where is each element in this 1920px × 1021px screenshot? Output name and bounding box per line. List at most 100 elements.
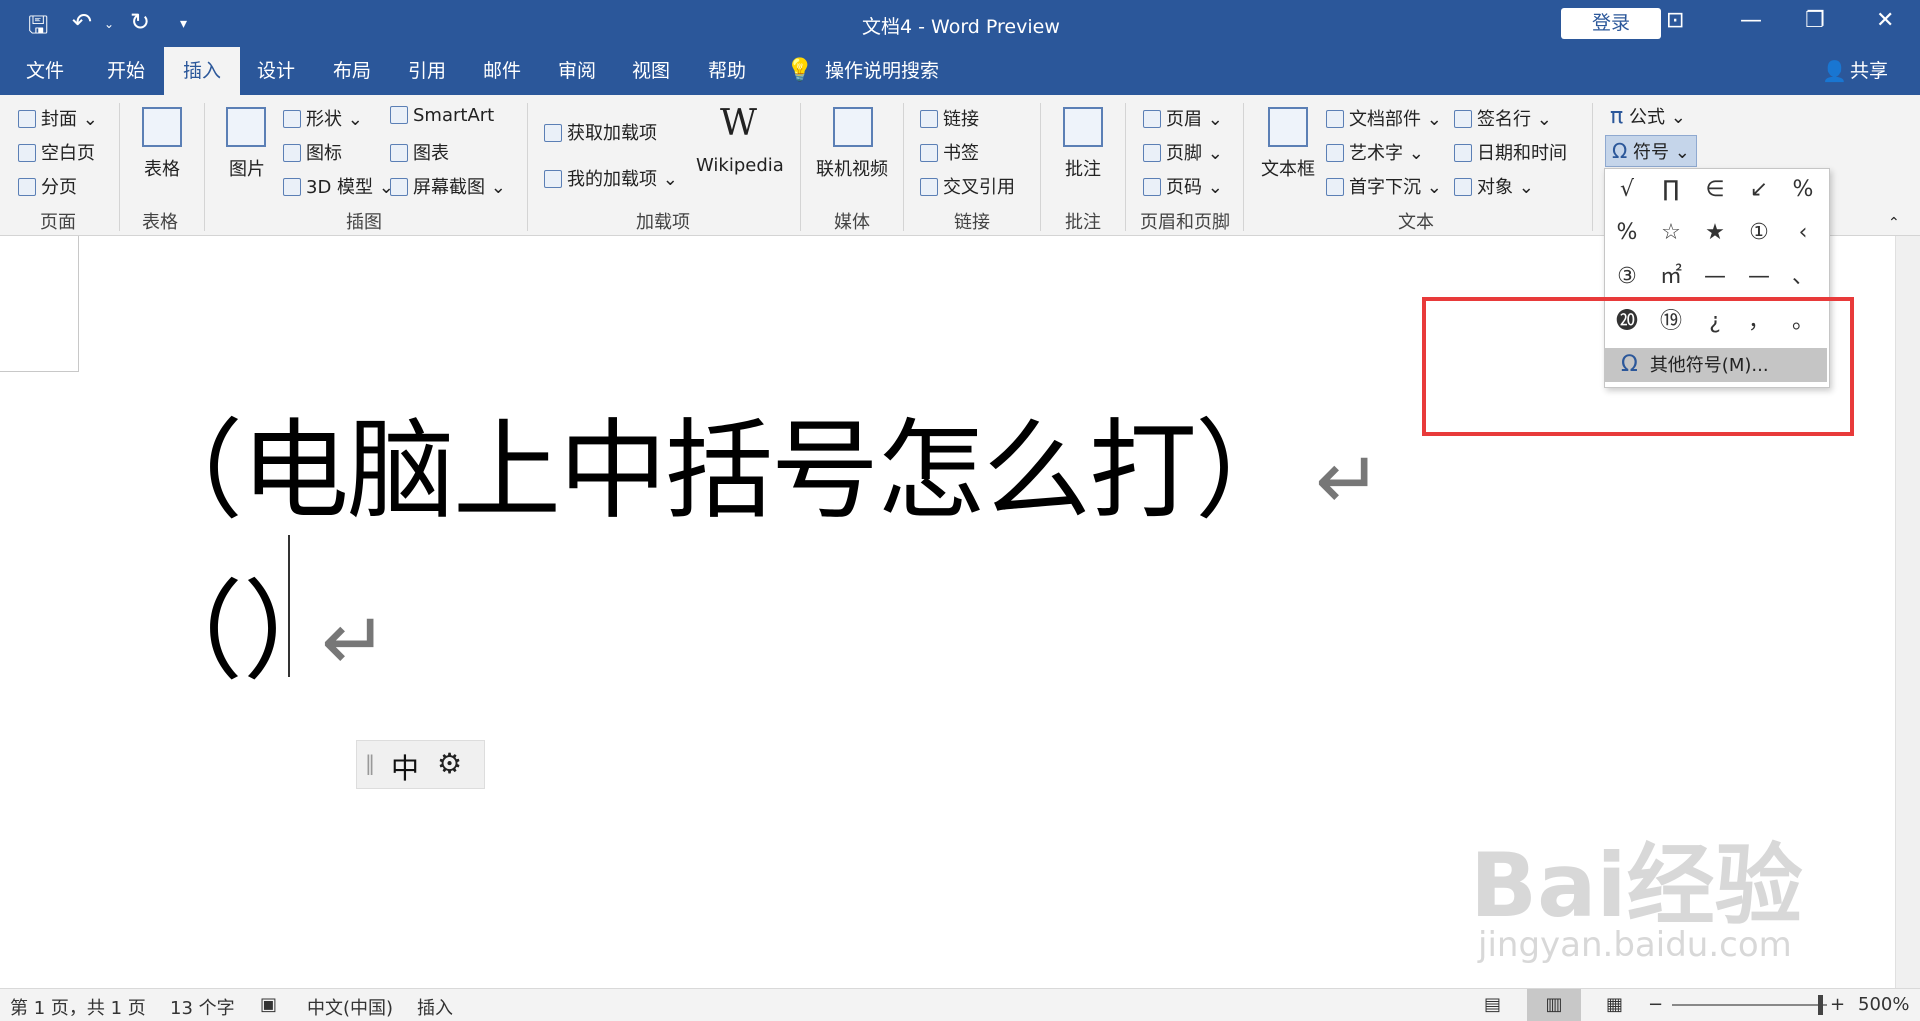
link-button[interactable]: 链接 bbox=[920, 105, 979, 131]
zoom-slider-thumb[interactable] bbox=[1818, 995, 1823, 1015]
restore-icon[interactable]: ❐ bbox=[1805, 8, 1825, 33]
document-line-2[interactable]: （）↵ bbox=[135, 545, 388, 701]
quick-parts-button[interactable]: 文档部件 ⌄ bbox=[1326, 105, 1442, 131]
chart-button[interactable]: 图表 bbox=[390, 139, 449, 165]
symbol-cell[interactable]: ∈ bbox=[1695, 171, 1735, 209]
tab-review[interactable]: 审阅 bbox=[558, 47, 596, 95]
symbol-button[interactable]: Ω 符号 ⌄ bbox=[1605, 135, 1697, 167]
bookmark-button[interactable]: 书签 bbox=[920, 139, 979, 165]
save-icon[interactable]: 🖫 bbox=[28, 8, 48, 49]
symbol-cell[interactable]: √ bbox=[1607, 171, 1647, 209]
wordart-button[interactable]: 艺术字 ⌄ bbox=[1326, 139, 1424, 165]
page-number-button[interactable]: 页码 ⌄ bbox=[1143, 173, 1223, 199]
word-count[interactable]: 13 个字 bbox=[170, 994, 235, 1020]
person-icon[interactable]: 👤 bbox=[1822, 47, 1847, 95]
footer-button[interactable]: 页脚 ⌄ bbox=[1143, 139, 1223, 165]
group-label-media: 媒体 bbox=[834, 212, 870, 233]
symbol-cell[interactable]: ㎡ bbox=[1651, 258, 1691, 296]
tab-insert[interactable]: 插入 bbox=[164, 47, 240, 95]
wikipedia-button[interactable]: Wikipedia bbox=[696, 155, 784, 176]
symbol-cell[interactable]: 、 bbox=[1783, 258, 1823, 296]
3d-model-button[interactable]: 3D 模型 ⌄ bbox=[283, 173, 394, 199]
symbol-cell[interactable]: ① bbox=[1739, 214, 1779, 252]
customize-qat-icon[interactable]: ▾ bbox=[180, 16, 187, 32]
new-comment-button[interactable]: 批注 bbox=[1065, 155, 1101, 181]
share-button[interactable]: 共享 bbox=[1850, 47, 1888, 95]
symbol-cell[interactable]: ↙ bbox=[1739, 171, 1779, 209]
chart-icon bbox=[390, 144, 408, 162]
cross-reference-button[interactable]: 交叉引用 bbox=[920, 173, 1015, 199]
smartart-button[interactable]: SmartArt bbox=[390, 105, 494, 126]
vertical-scrollbar[interactable] bbox=[1895, 236, 1920, 988]
tab-home[interactable]: 开始 bbox=[107, 47, 145, 95]
header-button[interactable]: 页眉 ⌄ bbox=[1143, 105, 1223, 131]
tab-layout[interactable]: 布局 bbox=[333, 47, 371, 95]
symbol-cell[interactable]: ★ bbox=[1695, 214, 1735, 252]
print-layout-icon[interactable]: ▥ bbox=[1527, 989, 1581, 1021]
zoom-level[interactable]: 500% bbox=[1858, 994, 1909, 1015]
tab-view[interactable]: 视图 bbox=[632, 47, 670, 95]
login-button[interactable]: 登录 bbox=[1561, 8, 1661, 39]
bookmark-icon bbox=[920, 144, 938, 162]
ribbon-separator bbox=[903, 103, 904, 231]
screenshot-button[interactable]: 屏幕截图 ⌄ bbox=[390, 173, 506, 199]
gear-icon[interactable]: ⚙ bbox=[437, 747, 462, 780]
symbol-cell[interactable]: % bbox=[1607, 214, 1647, 252]
symbol-cell[interactable]: ③ bbox=[1607, 258, 1647, 296]
close-icon[interactable]: ✕ bbox=[1876, 8, 1894, 33]
ribbon-display-icon[interactable]: ⊡ bbox=[1666, 8, 1684, 33]
page-count[interactable]: 第 1 页，共 1 页 bbox=[10, 994, 146, 1020]
zoom-out-icon[interactable]: − bbox=[1648, 994, 1663, 1015]
proofing-icon[interactable]: ▣ bbox=[260, 994, 277, 1015]
tab-file[interactable]: 文件 bbox=[26, 47, 64, 95]
paragraph-mark-icon: ↵ bbox=[1315, 434, 1382, 527]
symbol-cell[interactable]: — bbox=[1739, 258, 1779, 296]
drop-cap-button[interactable]: 首字下沉 ⌄ bbox=[1326, 173, 1442, 199]
cover-page-button[interactable]: 封面 ⌄ bbox=[18, 105, 98, 131]
lightbulb-icon[interactable]: 💡 bbox=[786, 47, 813, 95]
equation-button[interactable]: π 公式 ⌄ bbox=[1610, 103, 1686, 129]
table-button[interactable]: 表格 bbox=[144, 155, 180, 181]
web-layout-icon[interactable]: ▦ bbox=[1606, 994, 1623, 1015]
symbol-cell[interactable]: ‹ bbox=[1783, 214, 1823, 252]
symbol-cell[interactable]: ∏ bbox=[1651, 171, 1691, 209]
signature-line-button[interactable]: 签名行 ⌄ bbox=[1454, 105, 1552, 131]
symbol-cell[interactable]: — bbox=[1695, 258, 1735, 296]
ime-mode-toggle[interactable]: 中 bbox=[391, 747, 419, 787]
drag-handle-icon[interactable]: ‖ bbox=[365, 751, 375, 775]
blank-page-button[interactable]: 空白页 bbox=[18, 139, 95, 165]
page-break-button[interactable]: 分页 bbox=[18, 173, 77, 199]
object-button[interactable]: 对象 ⌄ bbox=[1454, 173, 1534, 199]
zoom-in-icon[interactable]: + bbox=[1830, 994, 1845, 1015]
picture-button[interactable]: 图片 bbox=[229, 155, 265, 181]
symbol-cell[interactable]: % bbox=[1783, 171, 1823, 209]
document-line-1[interactable]: （电脑上中括号怎么打） ↵ bbox=[135, 384, 1382, 540]
undo-icon[interactable]: ↶ bbox=[72, 8, 92, 36]
online-video-button[interactable]: 联机视频 bbox=[816, 155, 888, 181]
collapse-ribbon-icon[interactable]: ⌃ bbox=[1888, 215, 1900, 231]
text-box-button[interactable]: 文本框 bbox=[1261, 155, 1315, 181]
date-time-button[interactable]: 日期和时间 bbox=[1454, 139, 1567, 165]
blank-page-icon bbox=[18, 144, 36, 162]
tell-me-search[interactable]: 操作说明搜索 bbox=[825, 47, 939, 95]
icons-button[interactable]: 图标 bbox=[283, 139, 342, 165]
tab-design[interactable]: 设计 bbox=[257, 47, 295, 95]
tab-references[interactable]: 引用 bbox=[408, 47, 446, 95]
tab-help[interactable]: 帮助 bbox=[708, 47, 746, 95]
undo-dropdown-icon[interactable]: ⌄ bbox=[104, 17, 114, 31]
smartart-icon bbox=[390, 106, 408, 124]
insert-mode-indicator[interactable]: 插入 bbox=[417, 994, 453, 1020]
get-addins-button[interactable]: 获取加载项 bbox=[544, 119, 657, 145]
my-addins-button[interactable]: 我的加载项 ⌄ bbox=[544, 165, 678, 191]
ribbon-tabs: 文件 开始 插入 设计 布局 引用 邮件 审阅 视图 帮助 💡 操作说明搜索 👤… bbox=[0, 47, 1920, 95]
read-mode-icon[interactable]: ▤ bbox=[1484, 994, 1501, 1015]
zoom-slider[interactable] bbox=[1672, 995, 1827, 1015]
language-indicator[interactable]: 中文(中国) bbox=[307, 994, 393, 1020]
shapes-button[interactable]: 形状 ⌄ bbox=[283, 105, 363, 131]
minimize-icon[interactable]: — bbox=[1740, 8, 1762, 33]
ime-toolbar[interactable]: ‖ 中 ⚙ bbox=[356, 740, 485, 789]
symbol-cell[interactable]: ☆ bbox=[1651, 214, 1691, 252]
group-label-tables: 表格 bbox=[142, 212, 178, 233]
tab-mailings[interactable]: 邮件 bbox=[483, 47, 521, 95]
redo-icon[interactable]: ↻ bbox=[130, 8, 150, 36]
